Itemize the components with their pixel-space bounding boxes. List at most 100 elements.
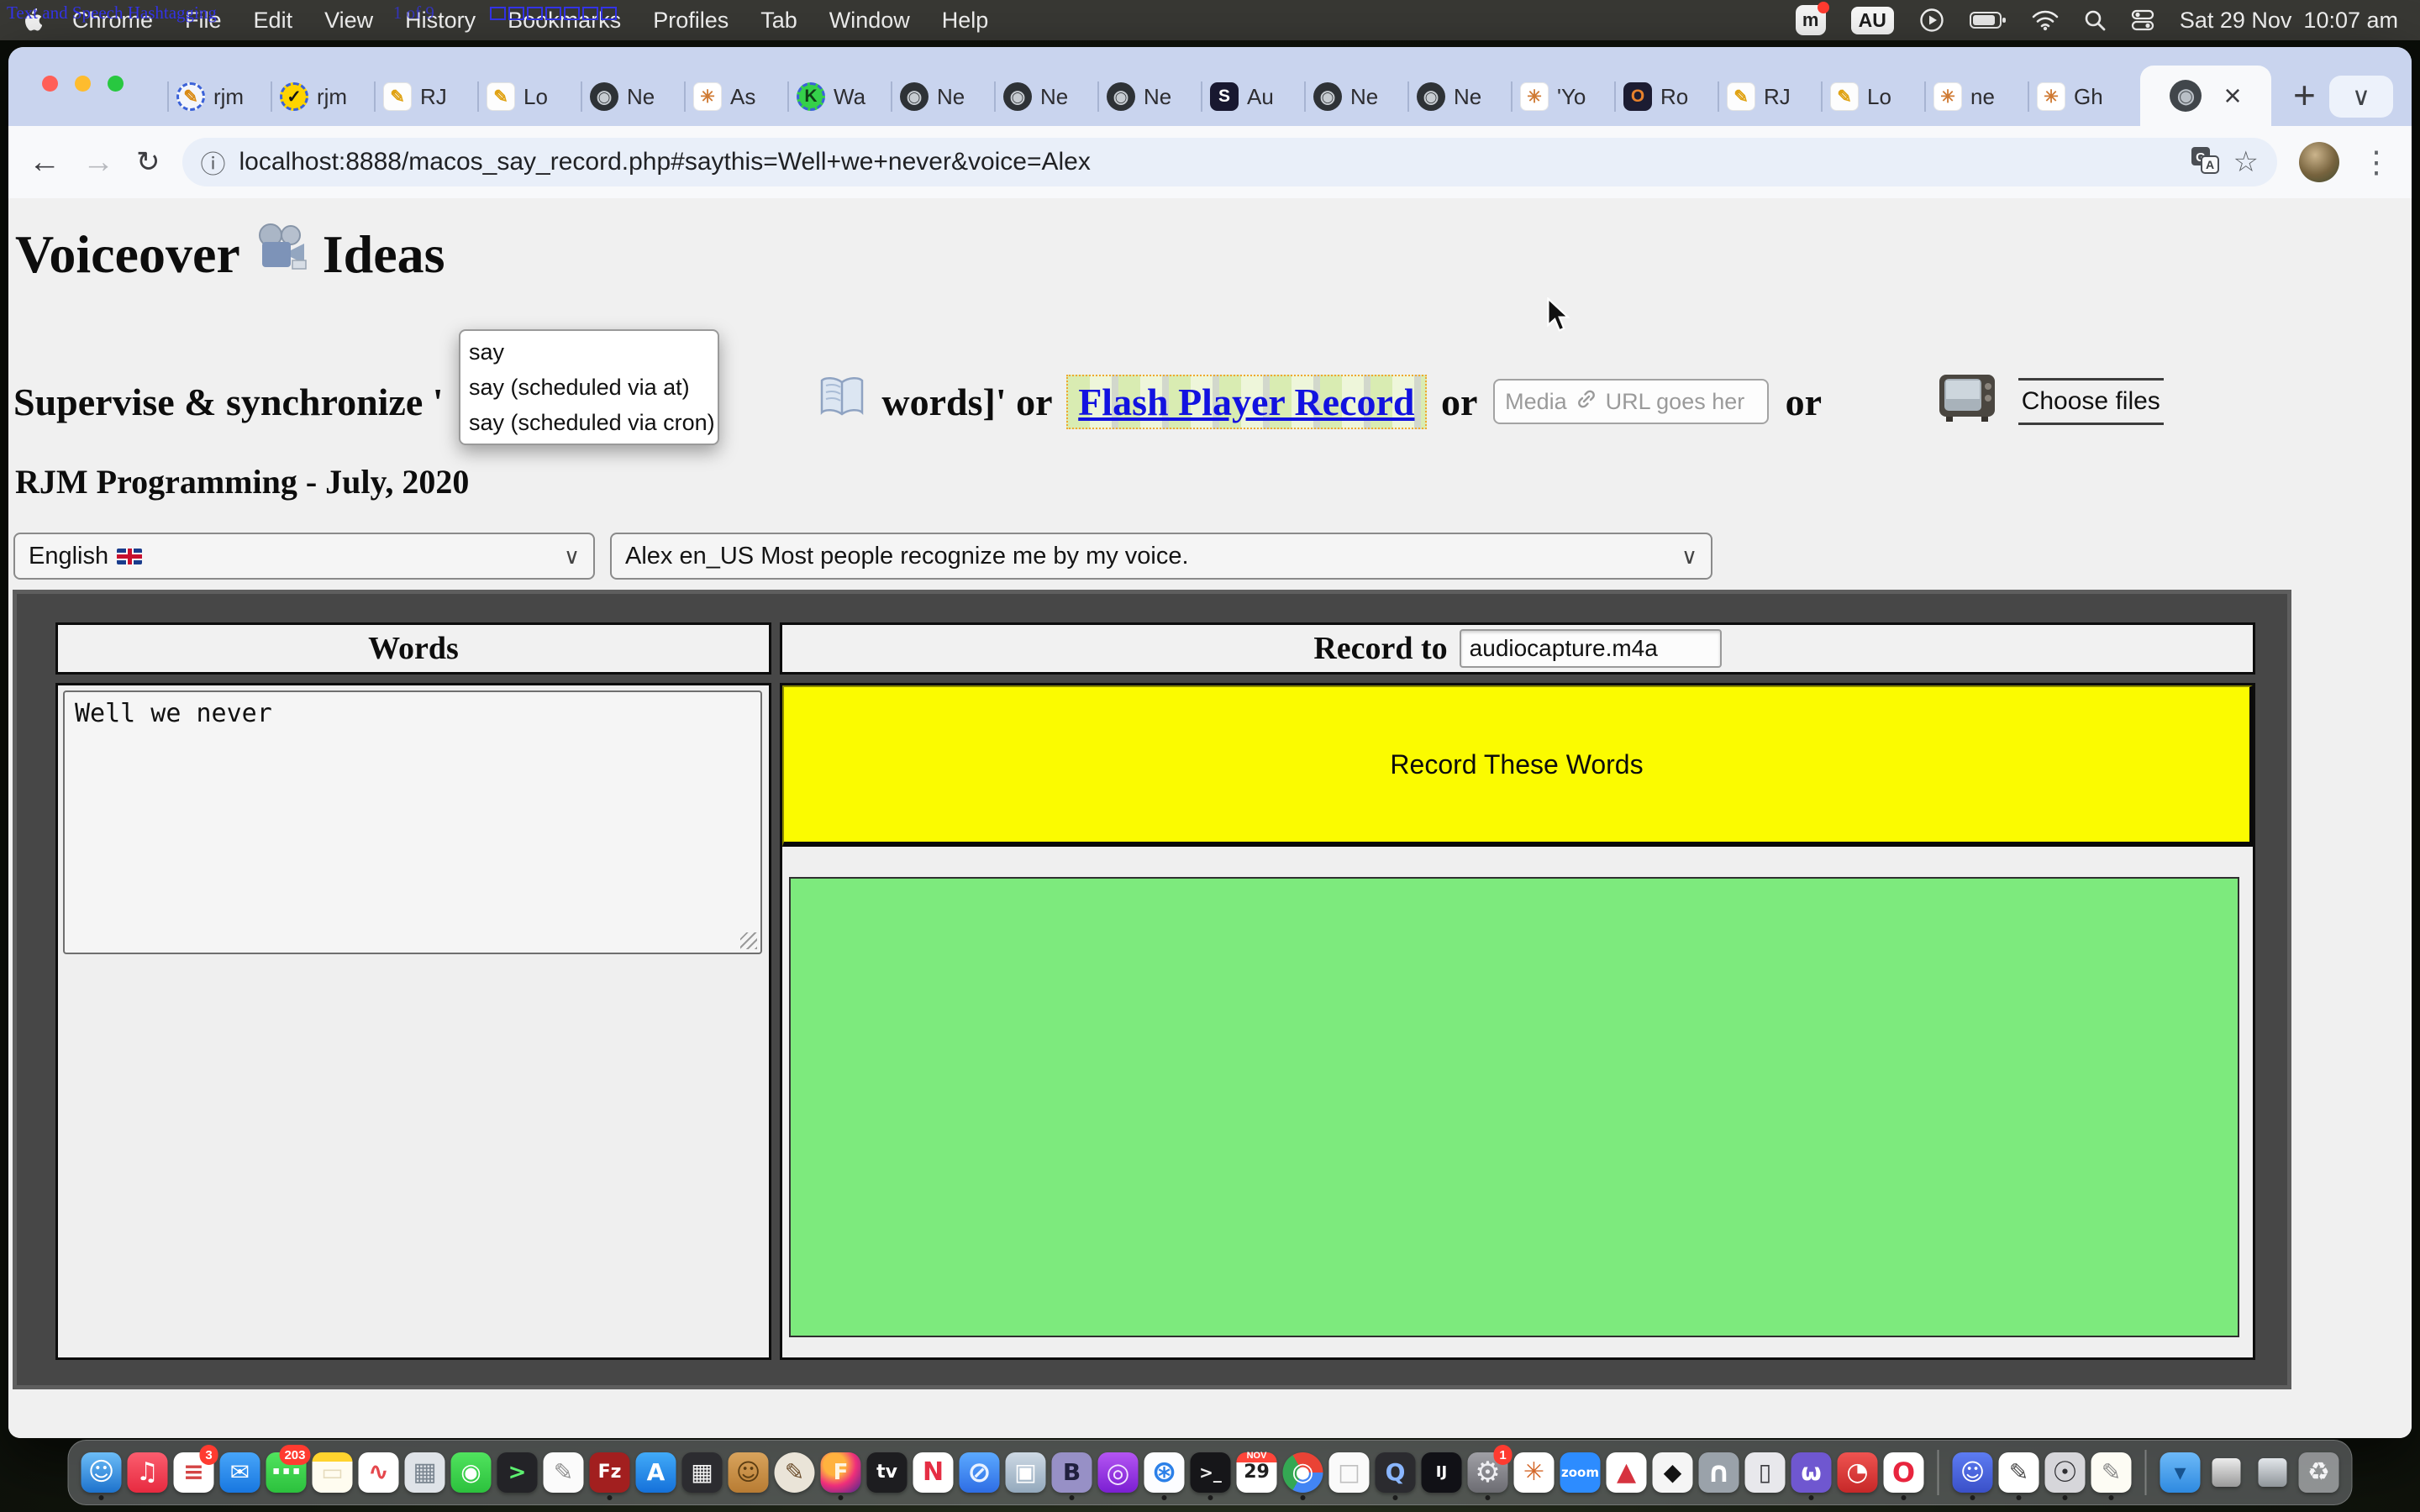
back-button[interactable]: ← xyxy=(29,146,60,178)
dock-reminders[interactable]: ≡ 3 xyxy=(173,1446,215,1499)
dock-finder[interactable]: ☺ xyxy=(81,1446,123,1499)
words-textarea[interactable]: Well we never xyxy=(63,690,762,954)
zoom-window-button[interactable] xyxy=(108,76,124,92)
menu-item[interactable]: Bookmarks xyxy=(508,8,621,34)
dock-gimp[interactable]: ✎ xyxy=(774,1446,816,1499)
dock-messages[interactable]: ⋯ 203 xyxy=(266,1446,308,1499)
bookmark-star-icon[interactable]: ☆ xyxy=(2233,145,2259,179)
dock-appletv[interactable]: tv xyxy=(866,1446,908,1499)
dock-gauge-app[interactable]: ◔ xyxy=(1837,1446,1879,1499)
dock-facetime[interactable]: ◉ xyxy=(450,1446,492,1499)
tab-ne-3[interactable]: ◉ Ne xyxy=(995,69,1098,124)
new-tab-button[interactable]: + xyxy=(2293,72,2316,118)
menu-item[interactable]: Help xyxy=(942,8,989,34)
dock-cat-app[interactable]: ω xyxy=(1791,1446,1833,1499)
dock-accessibility[interactable]: ☉ xyxy=(2044,1446,2086,1499)
dock-paint[interactable]: ✳ xyxy=(1513,1446,1555,1499)
dock-calculator[interactable]: ▦ xyxy=(681,1446,723,1499)
wifi-icon[interactable] xyxy=(2032,9,2059,31)
menu-item[interactable]: History xyxy=(405,8,476,34)
tab-rj-2[interactable]: ✎ RJ xyxy=(1718,69,1822,124)
dock-textedit[interactable]: ✎ xyxy=(543,1446,585,1499)
dock-minimized-window-1[interactable] xyxy=(2206,1446,2248,1499)
dock-terminal-utility[interactable]: > xyxy=(497,1446,539,1499)
input-source-indicator[interactable]: AU xyxy=(1851,7,1894,34)
dock-calendar[interactable]: 29 NOV xyxy=(1236,1446,1278,1499)
tab-lo-2[interactable]: ✎ Lo xyxy=(1822,69,1925,124)
dock-user-switcher[interactable]: ☺ xyxy=(1952,1446,1994,1499)
dock-intellij[interactable]: IJ xyxy=(1421,1446,1463,1499)
dock-prism-app[interactable]: ▲ xyxy=(1606,1446,1648,1499)
dock-quicktime[interactable]: Q xyxy=(1375,1446,1417,1499)
dock-notes[interactable]: ▭ xyxy=(312,1446,354,1499)
dock-settings[interactable]: ⚙ 1 xyxy=(1467,1446,1509,1499)
menu-item[interactable]: Chrome xyxy=(72,8,153,34)
dock-contacts[interactable]: ☺ xyxy=(728,1446,770,1499)
menu-item[interactable]: Edit xyxy=(254,8,293,34)
dropdown-option[interactable]: say xyxy=(460,334,719,370)
dropdown-option[interactable]: say (scheduled via cron) xyxy=(460,405,719,440)
forward-button[interactable]: → xyxy=(82,146,114,178)
dock-terminal[interactable]: >_ xyxy=(1190,1446,1232,1499)
menu-item[interactable]: Profiles xyxy=(653,8,729,34)
menu-item[interactable]: Window xyxy=(829,8,910,34)
tab-rjm-check[interactable]: ✓ rjm xyxy=(271,69,375,124)
tab-lo[interactable]: ✎ Lo xyxy=(478,69,581,124)
dock-notes-doc[interactable]: ✎ xyxy=(2091,1446,2133,1499)
choose-files-button[interactable]: Choose files xyxy=(2018,378,2164,425)
dock-bbedit[interactable]: B xyxy=(1051,1446,1093,1499)
dock-filezilla[interactable]: Fz xyxy=(589,1446,631,1499)
tab-overflow-chevron[interactable]: ∨ xyxy=(2329,76,2393,118)
record-these-words-button[interactable]: Record These Words xyxy=(782,685,2253,847)
dock-appstore[interactable]: A xyxy=(635,1446,677,1499)
tab-ne-5[interactable]: ◉ Ne xyxy=(1305,69,1408,124)
tab-ro[interactable]: O Ro xyxy=(1615,69,1718,124)
dock-photos-collage[interactable]: ▣ xyxy=(1005,1446,1047,1499)
menu-item[interactable]: File xyxy=(185,8,222,34)
tab-as[interactable]: ✳ As xyxy=(685,69,788,124)
menu-item[interactable]: View xyxy=(324,8,373,34)
dropdown-option[interactable]: say (scheduled via at) xyxy=(460,370,719,405)
menu-bar-clock[interactable]: Sat 29 Nov 10:07 am xyxy=(2180,8,2398,34)
tab-ne-6[interactable]: ◉ Ne xyxy=(1408,69,1512,124)
dock-chrome[interactable]: ◉ xyxy=(1282,1446,1324,1499)
voice-select[interactable]: Alex en_US Most people recognize me by m… xyxy=(610,533,1712,580)
tab-rj[interactable]: ✎ RJ xyxy=(375,69,478,124)
record-filename-input[interactable]: audiocapture.m4a xyxy=(1460,629,1722,668)
tab-wa[interactable]: K Wa xyxy=(788,69,892,124)
close-window-button[interactable] xyxy=(42,76,58,92)
spotlight-search-icon[interactable] xyxy=(2084,9,2106,31)
dock-firefox[interactable]: F xyxy=(820,1446,862,1499)
tab-active[interactable]: ◉ × xyxy=(2140,66,2271,126)
tab-ne-2[interactable]: ◉ Ne xyxy=(892,69,995,124)
language-select[interactable]: English ∨ xyxy=(13,533,595,580)
flash-player-record-link[interactable]: Flash Player Record xyxy=(1066,375,1426,429)
dock-minimized-window-2[interactable] xyxy=(2252,1446,2294,1499)
tab-ne-7[interactable]: ✳ ne xyxy=(1925,69,2028,124)
profile-avatar[interactable] xyxy=(2299,142,2339,182)
dock-freeform[interactable]: ∿ xyxy=(358,1446,400,1499)
meeting-app-icon[interactable]: m xyxy=(1796,5,1826,35)
dock-launchpad[interactable]: ▦ xyxy=(404,1446,446,1499)
menu-item[interactable]: Tab xyxy=(760,8,797,34)
dock-iphone-mirroring[interactable]: ▯ xyxy=(1744,1446,1786,1499)
dock-screen-block[interactable]: ⊘ xyxy=(959,1446,1001,1499)
site-info-icon[interactable]: ⓘ xyxy=(201,144,226,181)
battery-icon[interactable] xyxy=(1970,10,2007,30)
dock-mail[interactable]: ✉ xyxy=(219,1446,261,1499)
tab-ne-1[interactable]: ◉ Ne xyxy=(581,69,685,124)
translate-icon[interactable]: GA xyxy=(2190,145,2220,180)
dock-tooth-app[interactable]: ∩ xyxy=(1698,1446,1740,1499)
tab-close-icon[interactable]: × xyxy=(2223,81,2241,111)
textarea-resize-handle[interactable] xyxy=(740,932,757,949)
dock-markup-doc[interactable]: ✎ xyxy=(1998,1446,2040,1499)
dock-downloads-folder[interactable]: ▾ xyxy=(2160,1446,2202,1499)
tab-yo[interactable]: ✳ 'Yo xyxy=(1512,69,1615,124)
tab-ne-4[interactable]: ◉ Ne xyxy=(1098,69,1202,124)
tab-au[interactable]: S Au xyxy=(1202,69,1305,124)
dock-podcasts[interactable]: ◎ xyxy=(1097,1446,1139,1499)
tab-rjm-pencil[interactable]: ✎ rjm xyxy=(168,69,271,124)
dock-opera[interactable]: O xyxy=(1883,1446,1925,1499)
dock-safari[interactable]: ⊛ xyxy=(1144,1446,1186,1499)
dock-inkscape[interactable]: ◆ xyxy=(1652,1446,1694,1499)
